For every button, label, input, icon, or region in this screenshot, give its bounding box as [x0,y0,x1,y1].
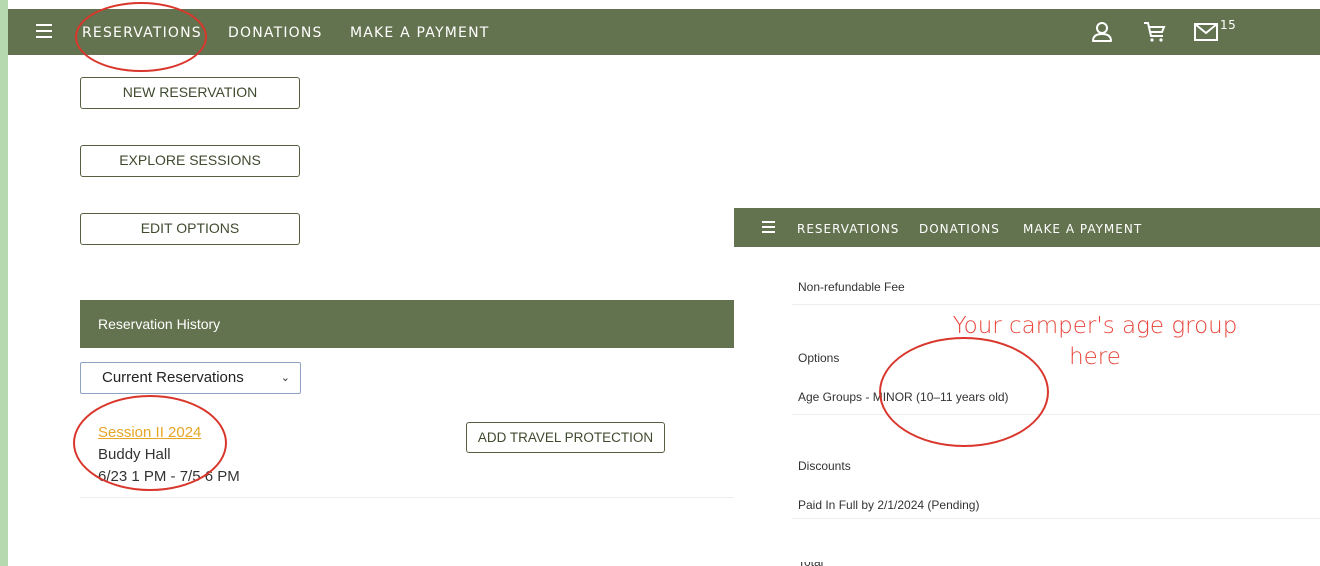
explore-sessions-button[interactable]: EXPLORE SESSIONS [80,145,300,177]
reservation-filter-value: Current Reservations [102,369,244,386]
reservations-highlight-circle [75,2,207,72]
discount-value: Paid In Full by 2/1/2024 (Pending) [798,498,980,512]
discounts-label: Discounts [798,459,851,473]
row-divider [80,497,736,498]
nav-donations[interactable]: DONATIONS [228,9,323,55]
detail-nav-make-a-payment[interactable]: MAKE A PAYMENT [1023,208,1142,247]
add-travel-protection-button[interactable]: ADD TRAVEL PROTECTION [466,422,665,453]
divider [792,414,1320,415]
divider [792,518,1320,519]
session-highlight-circle [73,395,227,491]
detail-navbar: RESERVATIONS DONATIONS MAKE A PAYMENT [734,208,1320,247]
divider [792,304,1320,305]
hamburger-menu-icon[interactable] [36,24,52,38]
total-label: Total [798,562,823,566]
options-label: Options [798,351,840,365]
user-icon[interactable] [1091,21,1113,43]
mail-icon[interactable] [1194,23,1218,41]
reservation-history-header: Reservation History [80,300,736,348]
hamburger-menu-icon[interactable] [762,221,775,233]
new-reservation-button[interactable]: NEW RESERVATION [80,77,300,109]
detail-nav-donations[interactable]: DONATIONS [919,208,1000,247]
page-left-border [0,0,8,566]
nav-make-a-payment[interactable]: MAKE A PAYMENT [350,9,490,55]
detail-nav-reservations[interactable]: RESERVATIONS [797,208,899,247]
non-refundable-fee-label: Non-refundable Fee [798,280,905,294]
cart-icon[interactable] [1143,21,1167,43]
edit-options-button[interactable]: EDIT OPTIONS [80,213,300,245]
reservation-filter-select[interactable]: Current Reservations ⌄ [80,362,301,394]
age-group-highlight-circle [879,337,1049,447]
chevron-down-icon: ⌄ [280,372,290,384]
mail-count-badge: 15 [1220,18,1237,32]
